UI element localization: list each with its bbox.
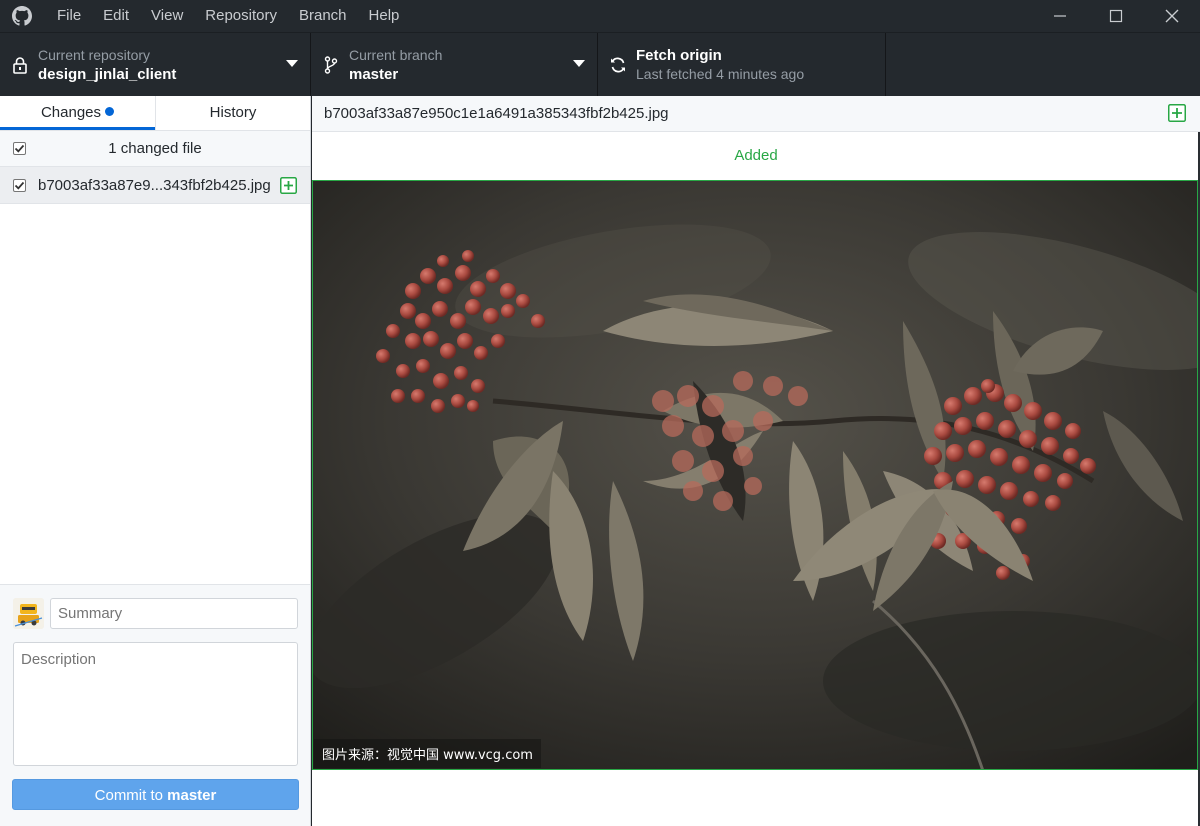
- changes-sidebar: Changes History 1 changed file b7003af33…: [0, 96, 311, 826]
- checkmark-icon: [14, 181, 25, 190]
- description-input[interactable]: [13, 642, 298, 766]
- file-name: b7003af33a87e9...343fbf2b425.jpg: [38, 177, 271, 194]
- tab-history-label: History: [209, 104, 257, 121]
- menu-view[interactable]: View: [140, 0, 194, 32]
- changed-files-header: 1 changed file: [0, 131, 310, 167]
- repository-caption: Current repository: [38, 46, 151, 63]
- list-item[interactable]: b7003af33a87e9...343fbf2b425.jpg: [0, 167, 310, 204]
- watermark-text: 图片来源：视觉中国 www.vcg.com: [314, 739, 541, 768]
- maximize-button[interactable]: [1088, 0, 1144, 32]
- branch-icon: [311, 55, 349, 74]
- file-added-icon: [1168, 104, 1186, 127]
- diff-panel: b7003af33a87e950c1e1a6491a385343fbf2b425…: [312, 96, 1200, 826]
- menu-edit[interactable]: Edit: [92, 0, 140, 32]
- berries-photo: [313, 181, 1197, 769]
- commit-button-prefix: Commit to: [94, 787, 168, 804]
- close-button[interactable]: [1144, 0, 1200, 32]
- sync-icon: [598, 56, 636, 74]
- menu-help[interactable]: Help: [358, 0, 411, 32]
- commit-form: Commit to master: [0, 584, 310, 826]
- branch-name: master: [349, 65, 399, 83]
- branch-caption: Current branch: [349, 46, 443, 63]
- menu-repository[interactable]: Repository: [194, 0, 288, 32]
- changes-indicator-dot: [105, 107, 115, 116]
- tab-history[interactable]: History: [155, 96, 310, 130]
- checkmark-icon: [14, 144, 25, 153]
- tab-changes[interactable]: Changes: [0, 96, 155, 130]
- github-logo-icon: [0, 0, 44, 32]
- minimize-button[interactable]: [1032, 0, 1088, 32]
- caret-down-icon: [573, 60, 585, 67]
- commit-button[interactable]: Commit to master: [12, 779, 299, 810]
- diff-header: b7003af33a87e950c1e1a6491a385343fbf2b425…: [312, 96, 1200, 132]
- fetch-title: Fetch origin: [636, 46, 722, 64]
- changed-files-count: 1 changed file: [108, 140, 202, 157]
- image-preview: 图片来源：视觉中国 www.vcg.com: [312, 180, 1198, 770]
- maximize-icon: [1109, 9, 1123, 23]
- close-icon: [1165, 9, 1179, 23]
- title-bar: File Edit View Repository Branch Help: [0, 0, 1200, 32]
- diff-file-path: b7003af33a87e950c1e1a6491a385343fbf2b425…: [324, 105, 669, 122]
- file-checkbox[interactable]: [13, 179, 26, 192]
- minimize-icon: [1054, 15, 1066, 17]
- current-branch-button[interactable]: Current branch master: [311, 33, 598, 96]
- avatar: [13, 598, 44, 629]
- menu-bar: File Edit View Repository Branch Help: [44, 0, 410, 32]
- tab-bar: Changes History: [0, 96, 310, 131]
- window-controls: [1032, 0, 1200, 32]
- select-all-checkbox[interactable]: [13, 142, 26, 155]
- diff-status-label: Added: [734, 147, 778, 164]
- file-added-icon: [280, 177, 297, 199]
- commit-button-branch: master: [167, 787, 217, 804]
- caret-down-icon: [286, 60, 298, 67]
- tab-changes-label: Changes: [40, 104, 102, 121]
- repository-name: design_jinlai_client: [38, 65, 177, 83]
- last-fetched-text: Last fetched 4 minutes ago: [636, 65, 805, 82]
- summary-input[interactable]: [50, 598, 298, 629]
- current-repository-button[interactable]: Current repository design_jinlai_client: [0, 33, 311, 96]
- fetch-origin-button[interactable]: Fetch origin Last fetched 4 minutes ago: [598, 33, 886, 96]
- menu-branch[interactable]: Branch: [288, 0, 358, 32]
- lock-icon: [0, 56, 38, 74]
- toolbar: Current repository design_jinlai_client …: [0, 32, 1200, 96]
- menu-file[interactable]: File: [44, 0, 92, 32]
